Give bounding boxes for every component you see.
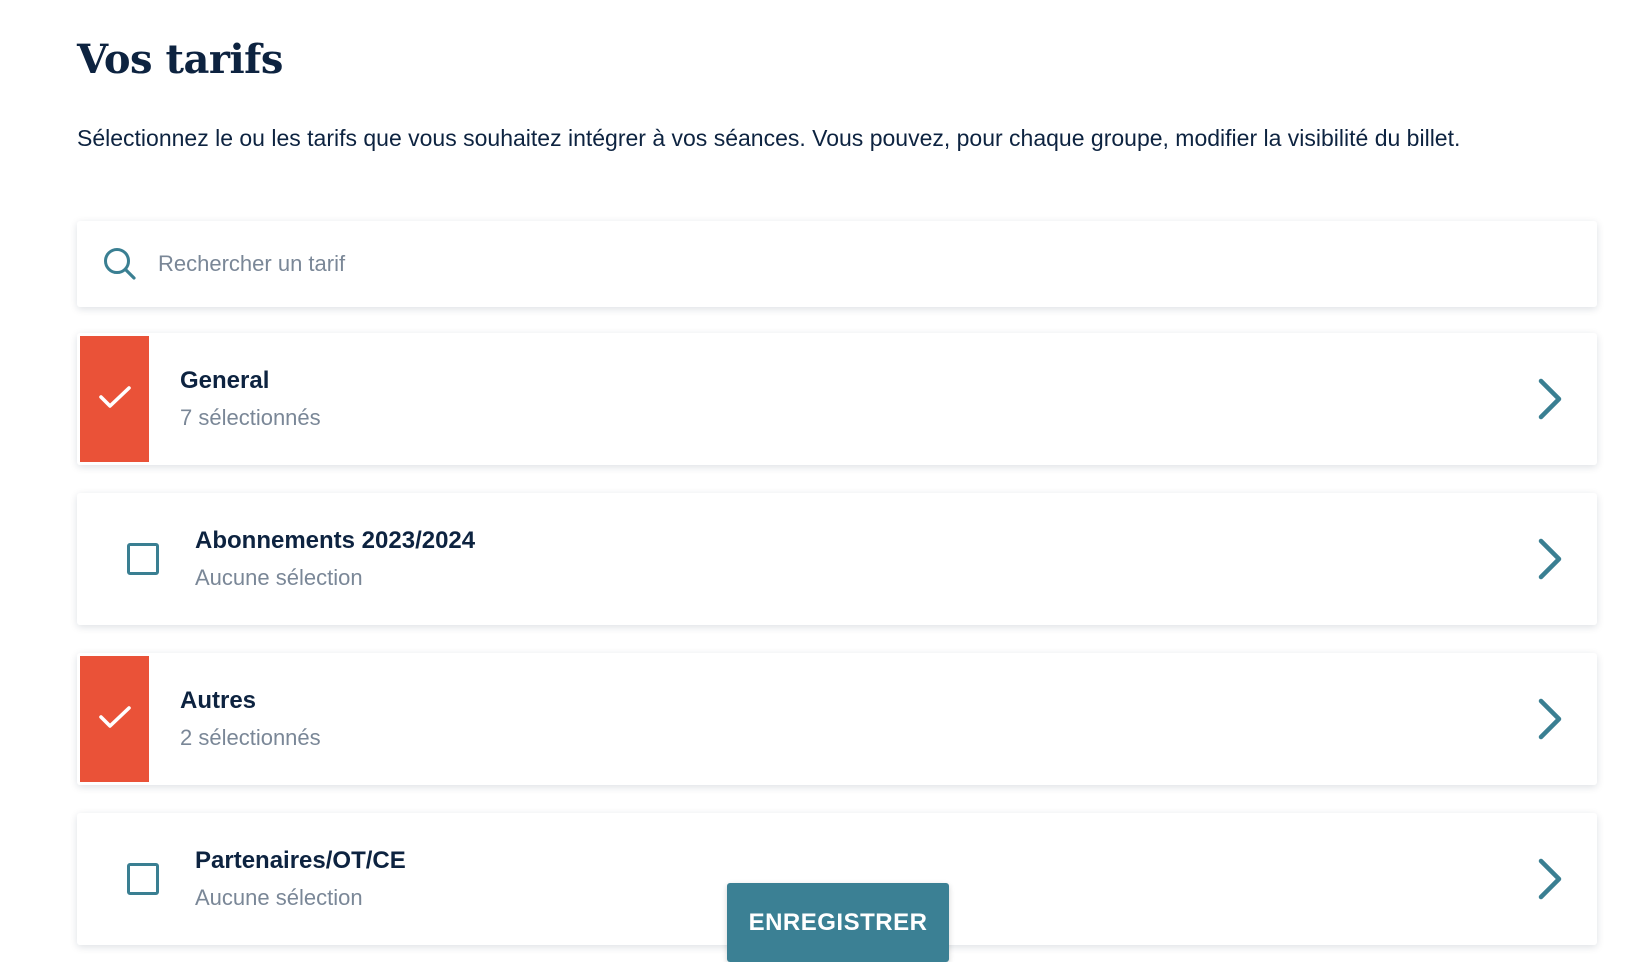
page-title: Vos tarifs (77, 36, 283, 83)
page-description: Sélectionnez le ou les tarifs que vous s… (77, 125, 1461, 151)
tarifs-page: Vos tarifs Sélectionnez le ou les tarifs… (0, 0, 1638, 962)
save-button[interactable]: ENREGISTRER (727, 883, 949, 962)
group-selection-count: Aucune sélection (195, 885, 363, 910)
group-name: General (180, 367, 270, 394)
group-name: Partenaires/OT/CE (195, 847, 406, 874)
tariff-group-autres[interactable]: Autres 2 sélectionnés (77, 653, 1597, 785)
chevron-right-icon[interactable] (1535, 857, 1565, 901)
tariff-group-abonnements[interactable]: Abonnements 2023/2024 Aucune sélection (77, 493, 1597, 625)
empty-checkbox-icon[interactable] (127, 543, 159, 575)
search-input[interactable] (156, 250, 1460, 278)
group-selection-count: 7 sélectionnés (180, 405, 321, 430)
group-name: Autres (180, 687, 257, 714)
check-icon (98, 704, 132, 735)
group-selection-count: Aucune sélection (195, 565, 363, 590)
tariff-group-general[interactable]: General 7 sélectionnés (77, 333, 1597, 465)
check-icon (98, 384, 132, 415)
group-checkbox-checked[interactable] (80, 336, 149, 462)
group-text: Abonnements 2023/2024 Aucune sélection (195, 526, 475, 592)
group-checkbox-checked[interactable] (80, 656, 149, 782)
search-icon (102, 246, 138, 282)
empty-checkbox-icon[interactable] (127, 863, 159, 895)
search-bar[interactable] (77, 221, 1597, 307)
group-text: Autres 2 sélectionnés (180, 686, 321, 752)
group-selection-count: 2 sélectionnés (180, 725, 321, 750)
group-text: Partenaires/OT/CE Aucune sélection (195, 846, 406, 912)
chevron-right-icon[interactable] (1535, 697, 1565, 741)
chevron-right-icon[interactable] (1535, 537, 1565, 581)
group-name: Abonnements 2023/2024 (195, 527, 476, 554)
group-text: General 7 sélectionnés (180, 366, 321, 432)
chevron-right-icon[interactable] (1535, 377, 1565, 421)
